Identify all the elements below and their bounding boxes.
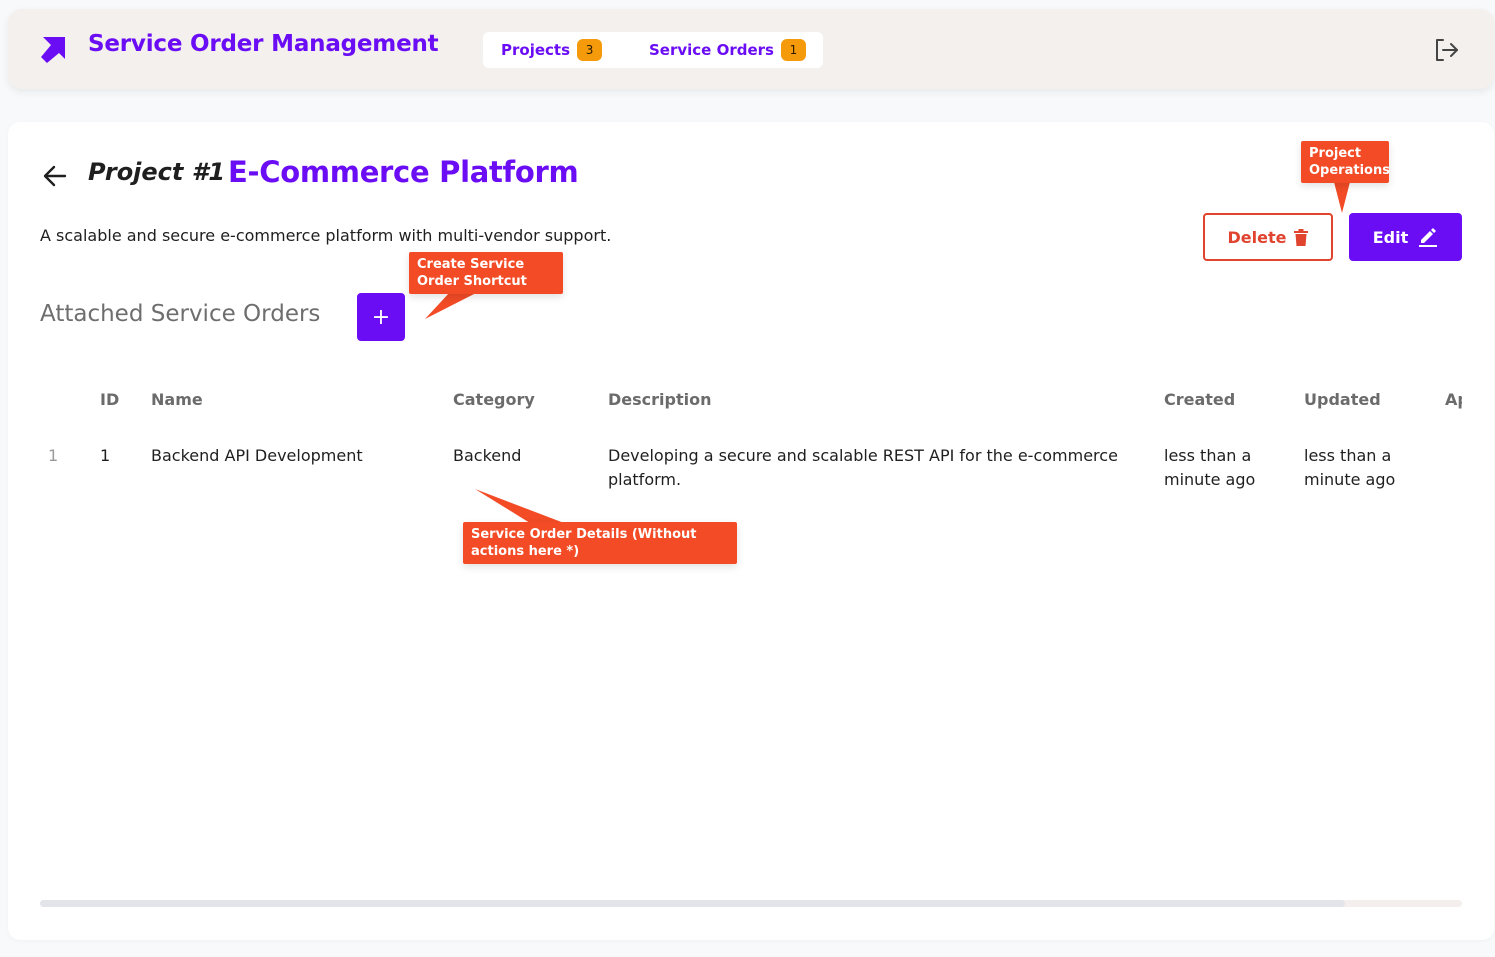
nav-tab-label: Service Orders — [649, 41, 774, 59]
section-title: Attached Service Orders — [40, 301, 321, 327]
project-operations-callout: Project Operations — [1301, 141, 1390, 183]
project-number: Project #1 — [88, 158, 226, 186]
cell-category: Backend — [453, 446, 522, 465]
nav-tabs: Projects 3 Service Orders 1 — [483, 32, 823, 68]
row-index: 1 — [48, 446, 59, 465]
order-details-callout: Service Order Details (Without actions h… — [463, 522, 737, 564]
logout-icon[interactable] — [1432, 36, 1460, 64]
arrow-up-right-logo-icon — [41, 37, 65, 63]
nav-tab-service-orders[interactable]: Service Orders 1 — [649, 32, 806, 68]
column-header-id[interactable]: ID — [100, 388, 119, 412]
project-detail-card: Project #1 E-Commerce Platform A scalabl… — [8, 122, 1494, 940]
cell-updated: less than a minute ago — [1304, 446, 1396, 489]
edit-button-label: Edit — [1372, 227, 1409, 247]
cell-id: 1 — [100, 446, 111, 465]
delete-button-label: Delete — [1227, 227, 1287, 247]
page: Service Order Management Projects 3 Serv… — [0, 0, 1495, 957]
project-description: A scalable and secure e-commerce platfor… — [40, 226, 612, 245]
service-orders-table: ID Name Category Description Created Upd… — [40, 372, 1462, 632]
column-header-name[interactable]: Name — [151, 388, 203, 412]
column-header-description[interactable]: Description — [608, 388, 711, 412]
plus-icon: + — [371, 304, 391, 330]
column-header-created[interactable]: Created — [1164, 388, 1235, 412]
app-title: Service Order Management — [88, 31, 439, 57]
cell-created: less than a minute ago — [1164, 446, 1256, 489]
column-header-approval[interactable]: Ap — [1445, 388, 1462, 412]
scrollbar-thumb[interactable] — [40, 900, 1345, 907]
column-header-category[interactable]: Category — [453, 388, 535, 412]
add-service-order-button[interactable]: + — [357, 293, 405, 341]
service-orders-count-badge: 1 — [780, 39, 806, 61]
delete-button[interactable]: Delete — [1203, 213, 1333, 261]
edit-button[interactable]: Edit — [1349, 213, 1462, 261]
horizontal-scrollbar[interactable] — [40, 900, 1462, 907]
pencil-icon — [1419, 228, 1438, 247]
project-title: E-Commerce Platform — [228, 155, 579, 189]
create-shortcut-callout: Create Service Order Shortcut — [409, 252, 563, 294]
back-arrow-icon[interactable] — [41, 162, 69, 190]
nav-tab-projects[interactable]: Projects 3 — [501, 32, 603, 68]
cell-name: Backend API Development — [151, 446, 363, 465]
nav-tab-label: Projects — [501, 41, 571, 59]
column-header-updated[interactable]: Updated — [1304, 388, 1381, 412]
app-header: Service Order Management Projects 3 Serv… — [8, 9, 1494, 89]
projects-count-badge: 3 — [577, 39, 603, 61]
trash-icon — [1294, 228, 1309, 246]
cell-description: Developing a secure and scalable REST AP… — [608, 446, 1118, 489]
